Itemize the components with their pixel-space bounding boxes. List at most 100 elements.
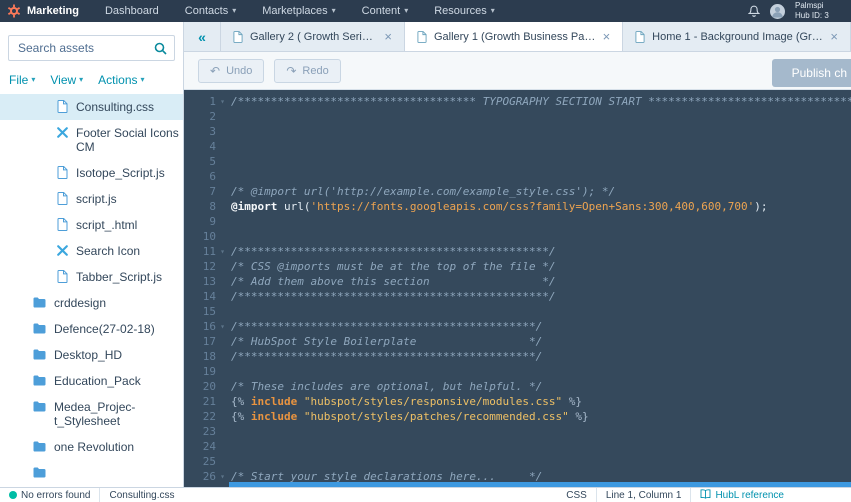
code-text[interactable]: /* HubSpot Style Boilerplate */ <box>229 334 542 349</box>
search-input[interactable] <box>8 35 175 61</box>
fold-arrow-icon <box>216 364 229 379</box>
menu-actions[interactable]: Actions ▾ <box>98 73 144 87</box>
tree-item[interactable]: Tabber_Script.js <box>0 264 183 290</box>
nav-item-contacts[interactable]: Contacts ▾ <box>185 5 236 17</box>
code-text[interactable] <box>229 439 231 454</box>
tree-item[interactable]: Desktop_HD <box>0 342 183 368</box>
code-text[interactable] <box>229 169 231 184</box>
tree-item[interactable]: Footer Social Icons CM <box>0 120 183 160</box>
search-icon[interactable] <box>154 42 167 55</box>
chevron-down-icon: ▾ <box>331 6 336 15</box>
folder-icon <box>33 440 46 453</box>
fold-arrow-icon[interactable]: ▾ <box>216 94 229 109</box>
code-text[interactable] <box>229 304 231 319</box>
cursor-position-label: Line 1, Column 1 <box>605 489 682 501</box>
tree-item[interactable]: Search Icon <box>0 238 183 264</box>
editor-tab[interactable]: Gallery 2 ( Growth Series ) × <box>220 22 404 51</box>
undo-button[interactable]: ↶ Undo <box>198 58 265 83</box>
menu-view[interactable]: View ▾ <box>50 73 83 87</box>
hubl-reference-link[interactable]: HubL reference <box>691 488 793 502</box>
code-text[interactable] <box>229 214 231 229</box>
tree-item[interactable]: script_.html <box>0 212 183 238</box>
tree-item[interactable]: Education_Pack <box>0 368 183 394</box>
code-text[interactable]: /***************************************… <box>229 349 542 364</box>
code-line: 15 <box>184 304 851 319</box>
tree-item[interactable]: one Revolution <box>0 434 183 460</box>
chevron-down-icon: ▾ <box>31 75 36 84</box>
menu-file[interactable]: File ▾ <box>9 73 35 87</box>
editor-tab[interactable]: Home 1 - Background Image (Gro... × <box>622 22 851 51</box>
code-line: 3 <box>184 124 851 139</box>
redo-label: Redo <box>302 64 329 77</box>
code-text[interactable]: /***************************************… <box>229 289 556 304</box>
nav-item-marketplaces[interactable]: Marketplaces ▾ <box>262 5 335 17</box>
line-number: 4 <box>209 140 216 153</box>
line-number: 24 <box>202 440 216 453</box>
code-text[interactable] <box>229 154 231 169</box>
code-editor[interactable]: 1 ▾/************************************ … <box>184 90 851 487</box>
close-icon[interactable]: × <box>830 30 838 43</box>
code-text[interactable]: /* These includes are optional, but help… <box>229 379 542 394</box>
editor-toolbar: ↶ Undo ↷ Redo Publish ch <box>184 52 851 90</box>
nav-item-resources[interactable]: Resources ▾ <box>434 5 495 17</box>
code-text[interactable]: @import url('https://fonts.googleapis.co… <box>229 199 767 214</box>
avatar[interactable] <box>770 3 785 19</box>
fold-arrow-icon[interactable]: ▾ <box>216 469 229 484</box>
publish-changes-button[interactable]: Publish ch <box>771 59 851 87</box>
code-text[interactable]: /* @import url('http://example.com/examp… <box>229 184 615 199</box>
file-icon <box>57 100 68 113</box>
tree-item-label: crddesign <box>54 296 107 310</box>
line-number: 16 <box>202 320 216 333</box>
line-number: 7 <box>209 185 216 198</box>
code-text[interactable]: /************************************ TY… <box>229 94 851 109</box>
fold-arrow-icon[interactable]: ▾ <box>216 244 229 259</box>
line-number: 13 <box>202 275 216 288</box>
code-text[interactable]: {% include "hubspot/styles/patches/recom… <box>229 409 589 424</box>
tab-bar: « Gallery 2 ( Growth Series ) × Gallery 1 … <box>184 22 851 52</box>
code-text[interactable]: /* Add them above this section */ <box>229 274 556 289</box>
code-text[interactable] <box>229 229 231 244</box>
tree-item[interactable] <box>0 460 183 485</box>
nav-item-dashboard[interactable]: Dashboard <box>105 5 159 17</box>
hubspot-logo-icon[interactable] <box>7 4 21 18</box>
nav-item-content[interactable]: Content ▾ <box>362 5 409 17</box>
code-text[interactable]: /* CSS @imports must be at the top of th… <box>229 259 556 274</box>
nav-item-label: Marketplaces <box>262 5 328 17</box>
account-info[interactable]: Palmspi Hub ID: 3 <box>795 1 851 21</box>
tree-item[interactable]: Defence(27-02-18) <box>0 316 183 342</box>
tree-item[interactable]: crddesign <box>0 290 183 316</box>
folder-icon <box>33 348 46 361</box>
collapse-sidebar-button[interactable]: « <box>184 22 220 51</box>
tree-item-label: Tabber_Script.js <box>76 270 163 284</box>
tree-item-label: Defence(27-02-18) <box>54 322 155 336</box>
code-text[interactable] <box>229 364 231 379</box>
tab-label: Gallery 2 ( Growth Series ) <box>250 30 378 43</box>
code-text[interactable] <box>229 139 231 154</box>
code-text[interactable]: {% include "hubspot/styles/responsive/mo… <box>229 394 582 409</box>
editor-tab[interactable]: Gallery 1 (Growth Business Pack) × <box>403 22 623 51</box>
code-text[interactable]: /***************************************… <box>229 244 556 259</box>
code-line: 2 <box>184 109 851 124</box>
chevron-down-icon: ▾ <box>490 6 495 15</box>
tree-item[interactable]: Medea_Projec- t_Stylesheet <box>0 394 183 434</box>
tree-item[interactable]: Isotope_Script.js <box>0 160 183 186</box>
close-icon[interactable]: × <box>384 30 392 43</box>
code-text[interactable] <box>229 124 231 139</box>
notifications-bell-icon[interactable] <box>748 5 760 18</box>
redo-button[interactable]: ↷ Redo <box>274 58 341 83</box>
tree-item[interactable]: script.js <box>0 186 183 212</box>
code-text[interactable] <box>229 424 231 439</box>
line-number: 11 <box>202 245 216 258</box>
fold-arrow-icon[interactable]: ▾ <box>216 319 229 334</box>
code-text[interactable]: /***************************************… <box>229 319 542 334</box>
code-text[interactable] <box>229 109 231 124</box>
nav-item-label: Contacts <box>184 5 229 17</box>
menu-label: Actions <box>98 73 138 87</box>
tree-item[interactable]: Consulting.css <box>0 94 183 120</box>
fold-arrow-icon <box>216 229 229 244</box>
code-text[interactable] <box>229 454 231 469</box>
nav-item-label: Dashboard <box>104 5 159 17</box>
nav-brand[interactable]: Marketing <box>27 5 79 17</box>
close-icon[interactable]: × <box>603 30 611 43</box>
code-line: 9 <box>184 214 851 229</box>
